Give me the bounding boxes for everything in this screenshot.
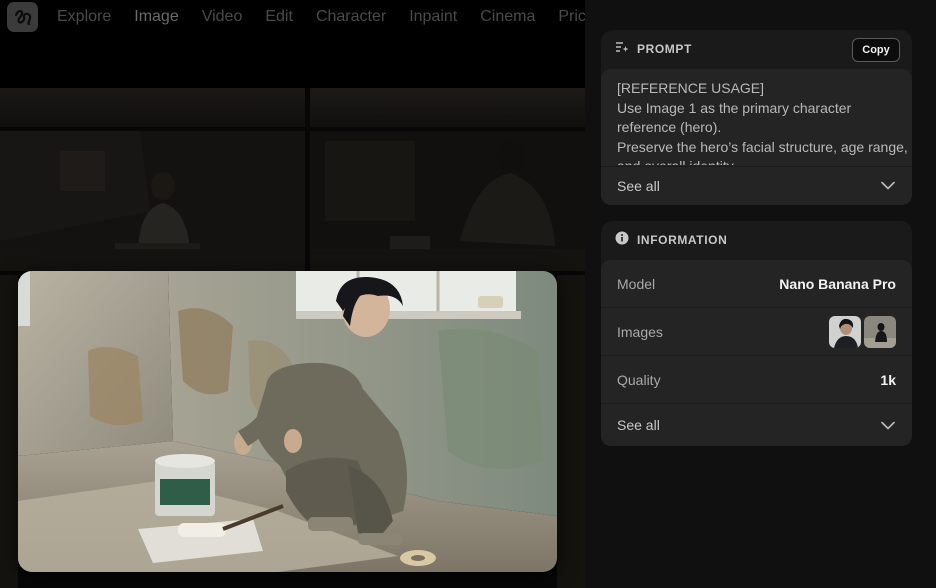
selected-image-preview[interactable]	[18, 271, 557, 572]
quality-label: Quality	[617, 371, 661, 388]
top-nav-bar: Explore Image Video Edit Character Inpai…	[0, 0, 585, 88]
information-body: Model Nano Banana Pro Images Quality 1k …	[601, 260, 912, 446]
reference-image-thumbnail[interactable]	[829, 315, 861, 348]
gallery-thumbnail	[0, 275, 18, 588]
information-card: INFORMATION Model Nano Banana Pro Images	[601, 221, 912, 446]
nav-cinema[interactable]: Cinema	[480, 7, 535, 27]
info-circle-icon	[615, 231, 629, 250]
nav-video[interactable]: Video	[202, 7, 243, 27]
info-row-quality: Quality 1k	[601, 356, 912, 404]
information-title: INFORMATION	[637, 233, 728, 247]
reference-image-thumbnail[interactable]	[864, 315, 896, 348]
nav-character[interactable]: Character	[316, 7, 386, 27]
gallery-thumbnail[interactable]	[310, 88, 585, 127]
prompt-line: and overall identity	[617, 157, 912, 165]
prompt-body: [REFERENCE USAGE] Use Image 1 as the pri…	[601, 69, 912, 205]
brand-logo-icon[interactable]	[7, 2, 38, 32]
quality-value: 1k	[880, 371, 896, 388]
information-see-all-label: See all	[617, 417, 660, 433]
model-value: Nano Banana Pro	[779, 275, 896, 292]
prompt-see-all-label: See all	[617, 177, 660, 194]
info-row-model: Model Nano Banana Pro	[601, 260, 912, 308]
information-see-all[interactable]: See all	[601, 404, 912, 446]
prompt-line: [REFERENCE USAGE]	[617, 80, 765, 96]
gallery-thumbnail[interactable]	[0, 88, 305, 127]
prompt-line: Preserve the hero’s facial structure, ag…	[617, 138, 908, 155]
prompt-text: [REFERENCE USAGE] Use Image 1 as the pri…	[617, 79, 912, 165]
info-row-images: Images	[601, 308, 912, 356]
main-nav: Explore Image Video Edit Character Inpai…	[57, 7, 585, 27]
nav-edit[interactable]: Edit	[265, 7, 293, 27]
details-panel: PROMPT Copy [REFERENCE USAGE] Use Image …	[585, 0, 936, 588]
prompt-sparkle-icon	[615, 40, 629, 59]
gallery-pane: Explore Image Video Edit Character Inpai…	[0, 0, 585, 588]
prompt-card: PROMPT Copy [REFERENCE USAGE] Use Image …	[601, 30, 912, 205]
nav-pricing[interactable]: Pricing	[558, 7, 585, 27]
gallery-thumbnail[interactable]	[310, 131, 585, 271]
information-header: INFORMATION	[601, 221, 912, 259]
nav-image[interactable]: Image	[134, 7, 178, 27]
reference-images	[829, 315, 896, 348]
prompt-line: Use Image 1 as the primary character	[617, 99, 852, 116]
chevron-down-icon	[880, 417, 896, 433]
prompt-see-all[interactable]: See all	[601, 166, 912, 204]
model-label: Model	[617, 275, 656, 292]
copy-prompt-button[interactable]: Copy	[852, 38, 900, 62]
gallery-thumbnail[interactable]	[0, 131, 305, 271]
nav-explore[interactable]: Explore	[57, 7, 111, 27]
prompt-title: PROMPT	[637, 42, 692, 56]
prompt-line: reference (hero).	[617, 119, 722, 135]
images-label: Images	[617, 323, 663, 340]
gallery-thumbnail	[557, 275, 585, 588]
chevron-down-icon	[880, 178, 896, 194]
nav-inpaint[interactable]: Inpaint	[409, 7, 457, 27]
generated-image	[18, 271, 557, 572]
